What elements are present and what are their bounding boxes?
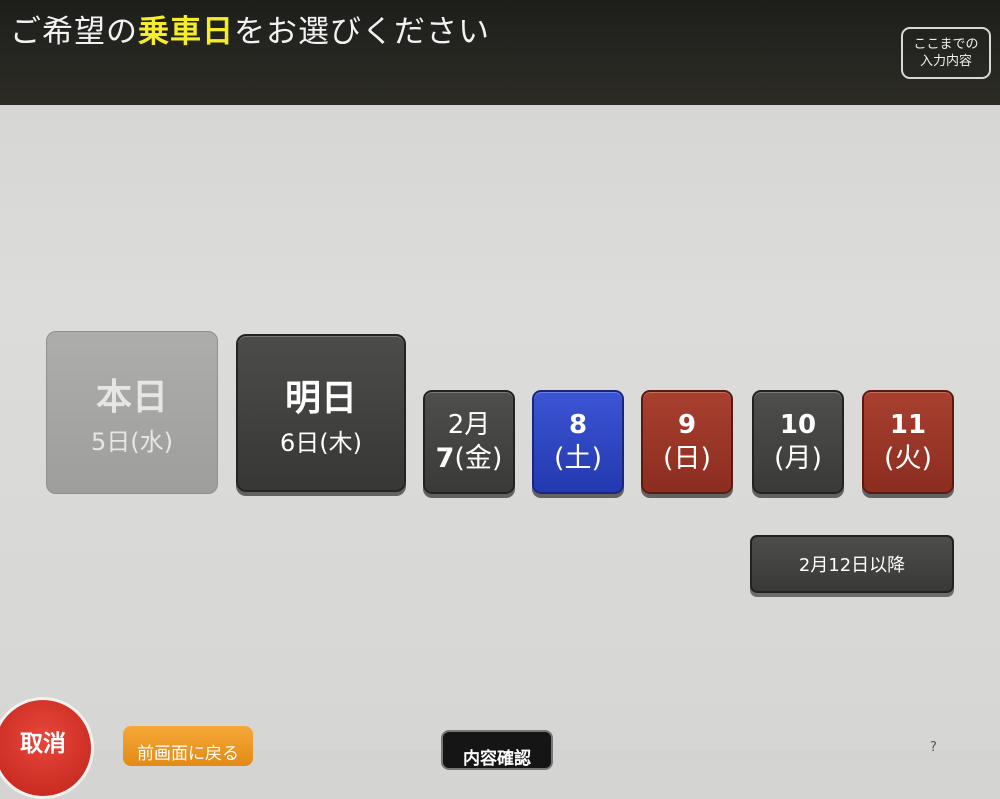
date-11-weekday: (火) — [883, 443, 933, 474]
summary-line-2: 入力内容 — [919, 54, 972, 69]
date-11-number: 11 — [889, 410, 927, 440]
date-10-number: 10 — [779, 410, 817, 440]
date-button-11[interactable]: 11 (火) — [862, 390, 954, 494]
tomorrow-button[interactable]: 明日 6日(木) — [236, 334, 406, 492]
date-9-number: 9 — [677, 410, 697, 440]
input-summary-button[interactable]: ここまでの 入力内容 — [901, 27, 991, 79]
tomorrow-label: 明日 — [284, 377, 357, 419]
page-title: ご希望の乗車日をお選びください — [10, 6, 490, 51]
date-button-8[interactable]: 8 (土) — [532, 390, 624, 494]
date-8-number: 8 — [568, 410, 588, 440]
date-button-7[interactable]: 2月 7(金) — [423, 390, 515, 494]
confirm-button[interactable]: 内容確認 — [441, 730, 553, 770]
back-button[interactable]: 前画面に戻る — [123, 726, 253, 766]
cancel-button[interactable]: 取消 — [0, 697, 94, 799]
date-9-weekday: (日) — [662, 443, 712, 474]
corner-indicator: ? — [930, 740, 937, 755]
date-button-9[interactable]: 9 (日) — [641, 390, 733, 494]
today-button[interactable]: 本日 5日(水) — [46, 331, 218, 494]
later-dates-button[interactable]: 2月12日以降 — [750, 535, 954, 593]
date-7-month: 2月 — [447, 410, 491, 440]
date-7-number: 7 — [435, 443, 455, 474]
title-prefix: ご希望の — [10, 14, 138, 50]
date-7-day: 7(金) — [425, 442, 513, 476]
title-suffix: をお選びください — [234, 14, 490, 50]
summary-line-1: ここまでの — [913, 37, 979, 52]
tomorrow-date: 6日(木) — [280, 428, 362, 457]
date-10-weekday: (月) — [773, 443, 823, 474]
today-date: 5日(水) — [91, 428, 173, 456]
date-7-weekday: (金) — [454, 443, 503, 474]
today-label: 本日 — [95, 377, 168, 418]
date-8-weekday: (土) — [553, 443, 603, 474]
date-button-10[interactable]: 10 (月) — [752, 390, 844, 494]
header-bar: ご希望の乗車日をお選びください ここまでの 入力内容 — [0, 0, 1000, 105]
title-highlight: 乗車日 — [138, 14, 234, 50]
